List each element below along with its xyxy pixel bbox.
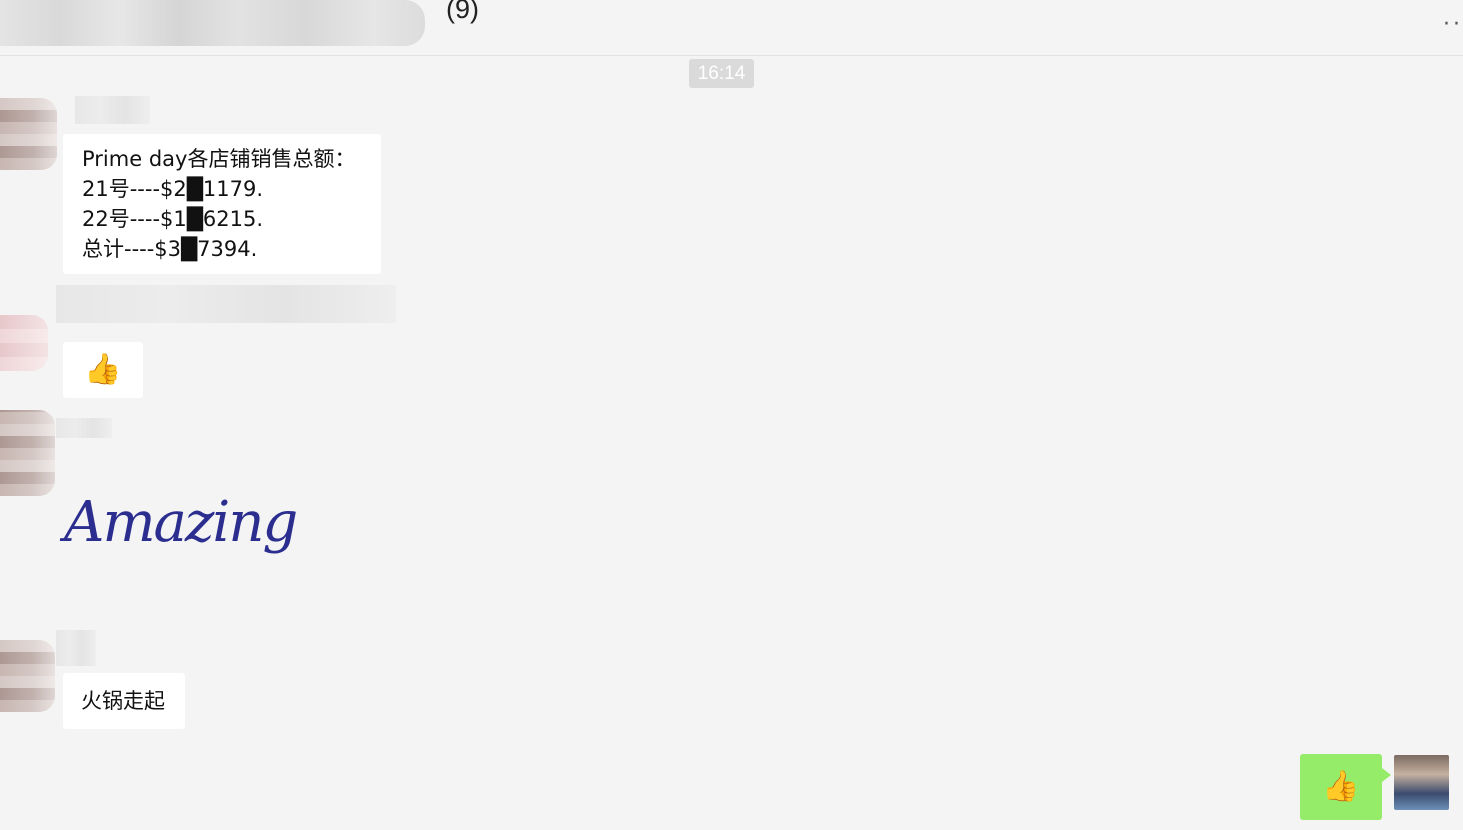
thumbs-up-icon: 👍 [1322, 769, 1360, 804]
more-dots-icon[interactable]: ·· [1443, 12, 1463, 37]
avatar[interactable] [0, 98, 57, 170]
sender-name-blurred [56, 285, 396, 323]
message-line: 21号----$2█1179. [82, 177, 264, 201]
sender-name-blurred [56, 418, 112, 438]
thumbs-up-icon: 👍 [84, 352, 122, 387]
self-sticker-bubble[interactable]: 👍 [1300, 754, 1391, 820]
sticker-text: Amazing [64, 490, 298, 555]
message-bubble[interactable]: Prime day各店铺销售总额： 21号----$2█1179. 22号---… [63, 134, 381, 274]
amazing-sticker[interactable]: Amazing [64, 490, 298, 555]
message-bubble[interactable]: 火锅走起 [63, 673, 185, 729]
message-timestamp: 16:14 [689, 59, 754, 88]
message-line: Prime day各店铺销售总额： [82, 147, 356, 171]
avatar[interactable] [0, 410, 55, 496]
member-count: (9) [446, 0, 479, 24]
avatar[interactable] [0, 640, 55, 712]
self-avatar[interactable] [1394, 755, 1449, 810]
message-text: 火锅走起 [81, 689, 165, 713]
sticker-bubble[interactable]: 👍 [63, 342, 143, 398]
message-line: 22号----$1█6215. [82, 207, 264, 231]
message-line: 总计----$3█7394. [82, 237, 258, 261]
sender-name-blurred [56, 630, 96, 666]
avatar[interactable] [0, 315, 48, 371]
sender-name-blurred [75, 96, 150, 124]
chat-title-blurred [0, 0, 425, 46]
chat-header: (9) ·· [0, 0, 1463, 56]
